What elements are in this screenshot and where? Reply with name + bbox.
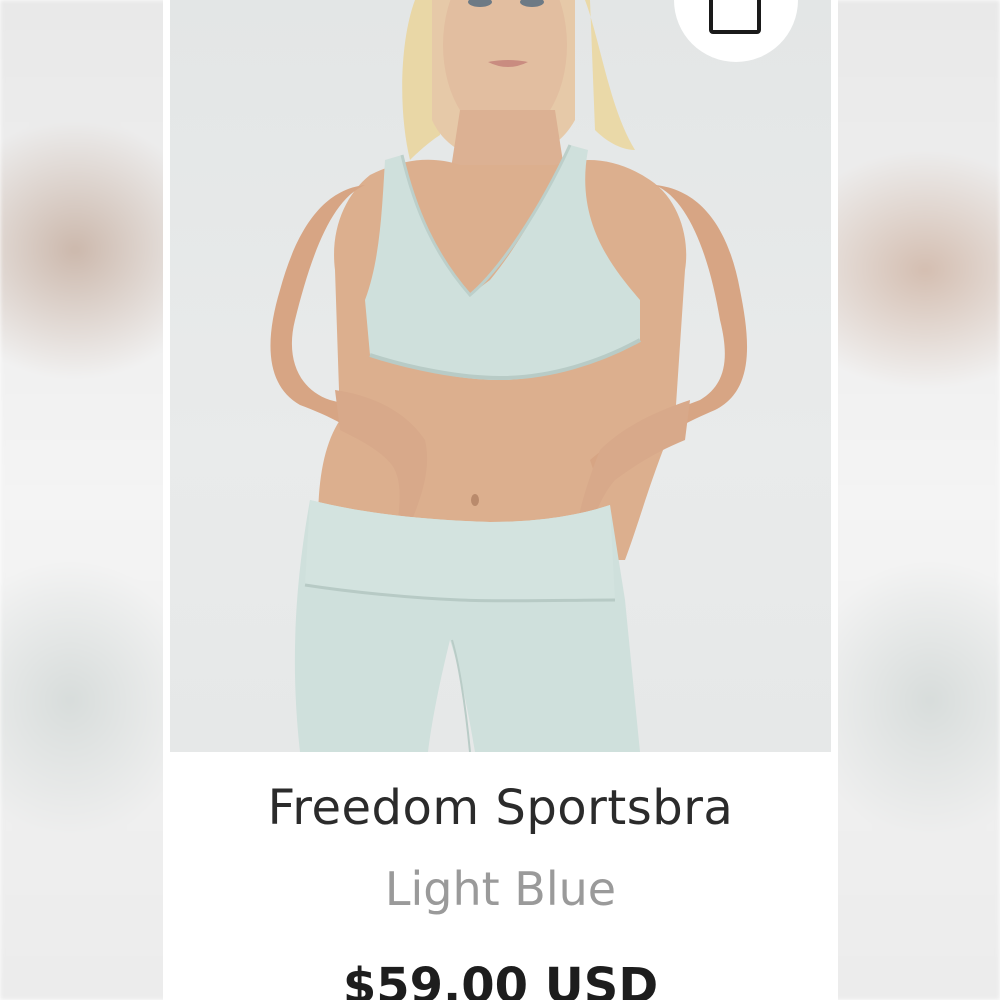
product-title[interactable]: Freedom Sportsbra: [163, 780, 838, 836]
product-price: $59.00 USD: [342, 958, 659, 1000]
product-card[interactable]: Freedom Sportsbra Light Blue $59.00 USD: [163, 0, 838, 1000]
shopping-bag-icon: [709, 0, 761, 34]
model-photo: [270, 0, 748, 752]
product-variant: Light Blue: [384, 862, 617, 916]
product-image[interactable]: [170, 0, 831, 752]
